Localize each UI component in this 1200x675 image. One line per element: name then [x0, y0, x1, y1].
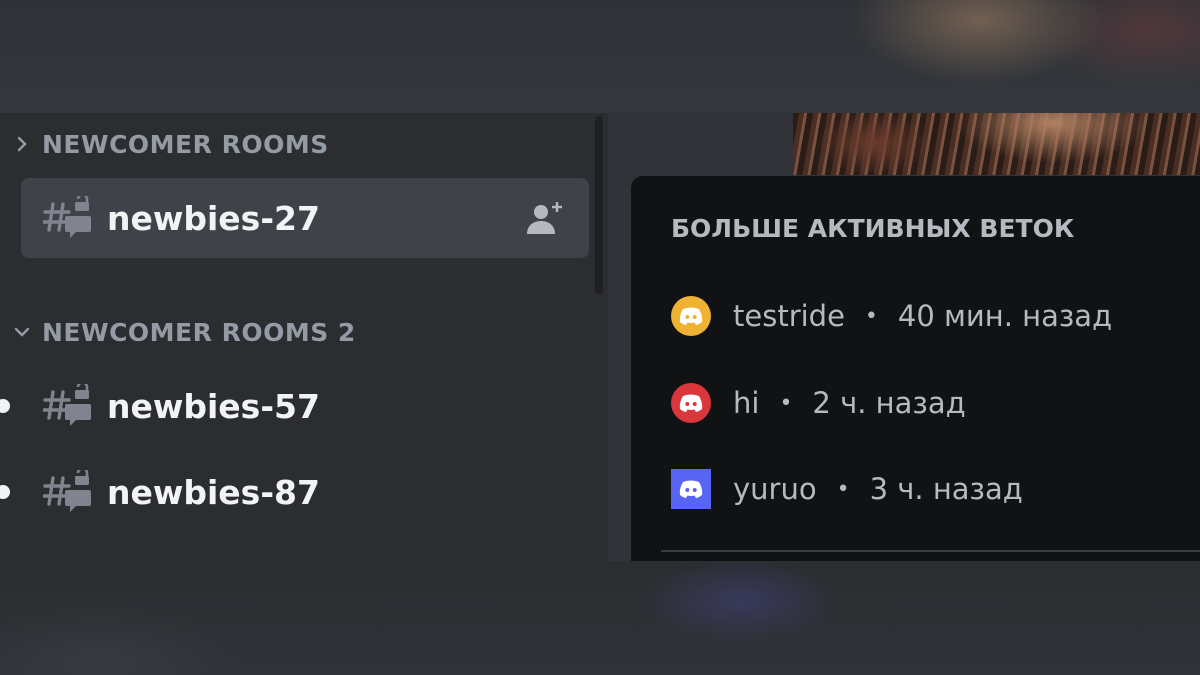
channel-name: newbies-57: [107, 386, 320, 426]
category-label: NEWCOMER ROOMS: [42, 129, 329, 159]
category-newcomer-rooms[interactable]: NEWCOMER ROOMS: [12, 124, 329, 164]
discord-logo-icon: [679, 480, 703, 498]
locked-thread-channel-icon: [43, 470, 91, 512]
popup-title: БОЛЬШЕ АКТИВНЫХ ВЕТОК: [671, 214, 1075, 243]
channel-item-newbies-27[interactable]: newbies-27: [21, 178, 589, 258]
discord-logo-icon: [679, 307, 703, 325]
thread-name: testride: [733, 299, 845, 333]
blurred-background-bottom: [0, 561, 1200, 675]
separator-dot: •: [779, 390, 793, 416]
channel-name: newbies-87: [107, 472, 320, 512]
banner-artwork: [793, 113, 1200, 175]
category-label: NEWCOMER ROOMS 2: [42, 317, 356, 347]
thread-time: 40 мин. назад: [897, 299, 1113, 333]
discord-logo-icon: [679, 394, 703, 412]
thread-item-hi[interactable]: hi • 2 ч. назад: [671, 382, 966, 424]
add-member-icon[interactable]: [525, 200, 565, 236]
locked-thread-channel-icon: [43, 384, 91, 426]
sidebar-scrollbar[interactable]: [595, 116, 603, 294]
channel-name: newbies-27: [107, 198, 320, 238]
category-newcomer-rooms-2[interactable]: NEWCOMER ROOMS 2: [12, 312, 356, 352]
channel-item-newbies-87[interactable]: newbies-87: [21, 452, 589, 532]
active-threads-popup: БОЛЬШЕ АКТИВНЫХ ВЕТОК testride • 40 мин.…: [631, 176, 1200, 561]
thread-time: 3 ч. назад: [869, 472, 1023, 506]
discord-avatar-icon: [671, 469, 711, 509]
separator-dot: •: [864, 303, 878, 329]
discord-avatar-icon: [671, 296, 711, 336]
locked-thread-channel-icon: [43, 196, 91, 238]
separator-dot: •: [836, 476, 850, 502]
thread-name: hi: [733, 386, 760, 420]
thread-time: 2 ч. назад: [812, 386, 966, 420]
blurred-background-top: [0, 0, 1200, 113]
thread-item-yuruo[interactable]: yuruo • 3 ч. назад: [671, 468, 1023, 510]
chevron-right-icon: [17, 136, 27, 152]
popup-divider: [661, 550, 1200, 552]
thread-item-testride[interactable]: testride • 40 мин. назад: [671, 295, 1112, 337]
discord-avatar-icon: [671, 383, 711, 423]
channel-item-newbies-57[interactable]: newbies-57: [21, 366, 589, 446]
thread-name: yuruo: [733, 472, 817, 506]
chevron-down-icon: [14, 327, 30, 337]
